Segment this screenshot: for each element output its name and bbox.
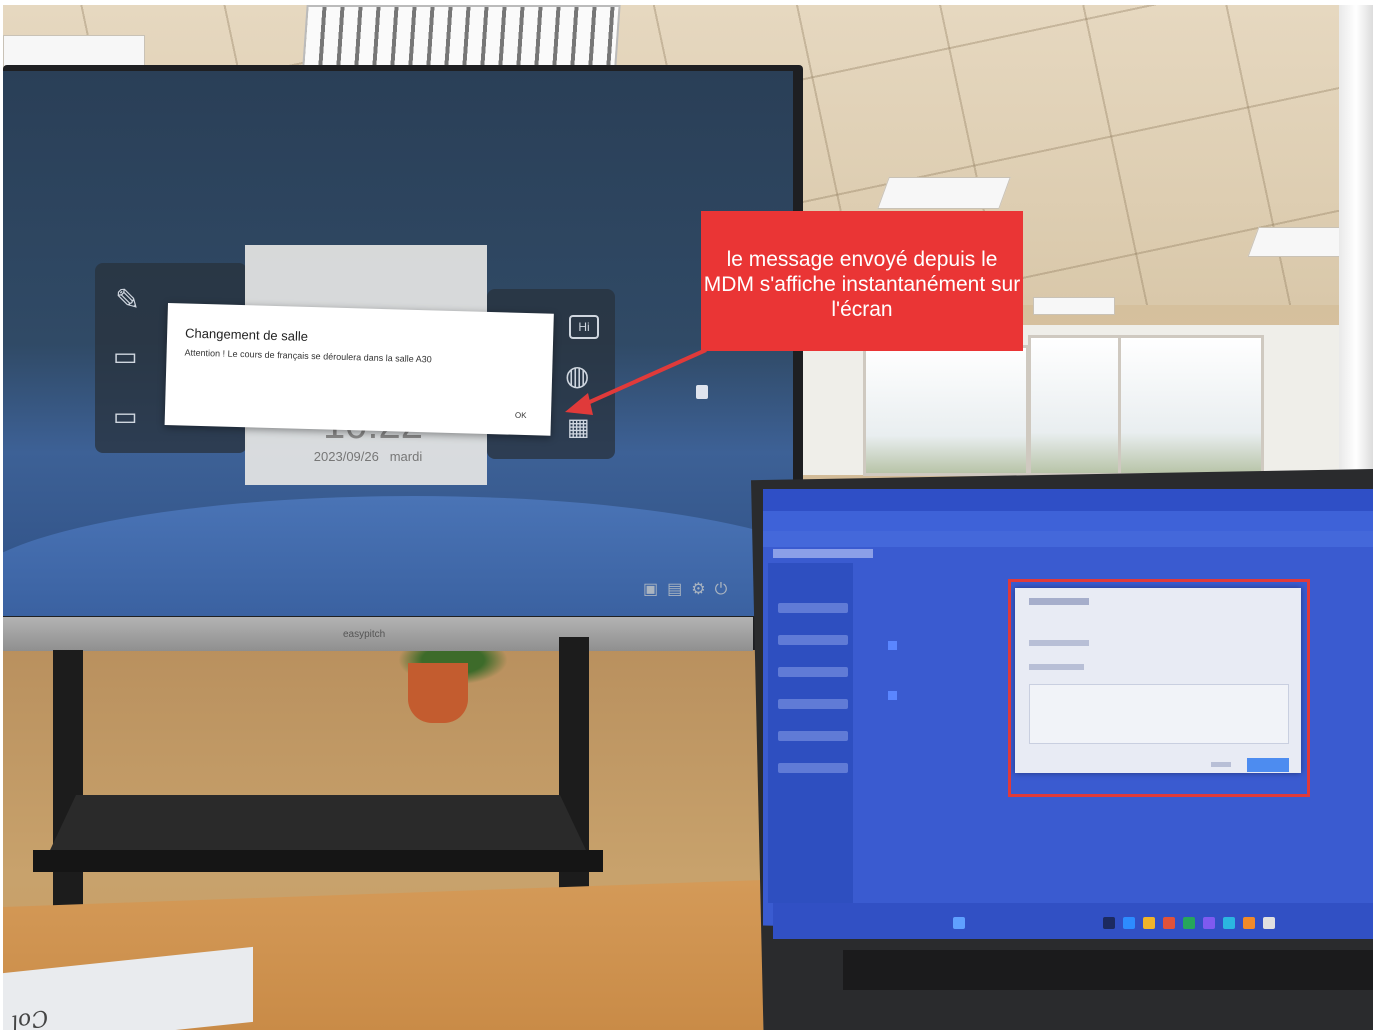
arrow-head bbox=[565, 393, 593, 415]
annotation-arrow bbox=[565, 348, 707, 415]
photo-scene: ✎ ▭ ▭ Hi ◍ ▦ 10:22 2023/09/26 mardi Chan… bbox=[3, 5, 1373, 1030]
arrow-shaft bbox=[582, 348, 707, 407]
